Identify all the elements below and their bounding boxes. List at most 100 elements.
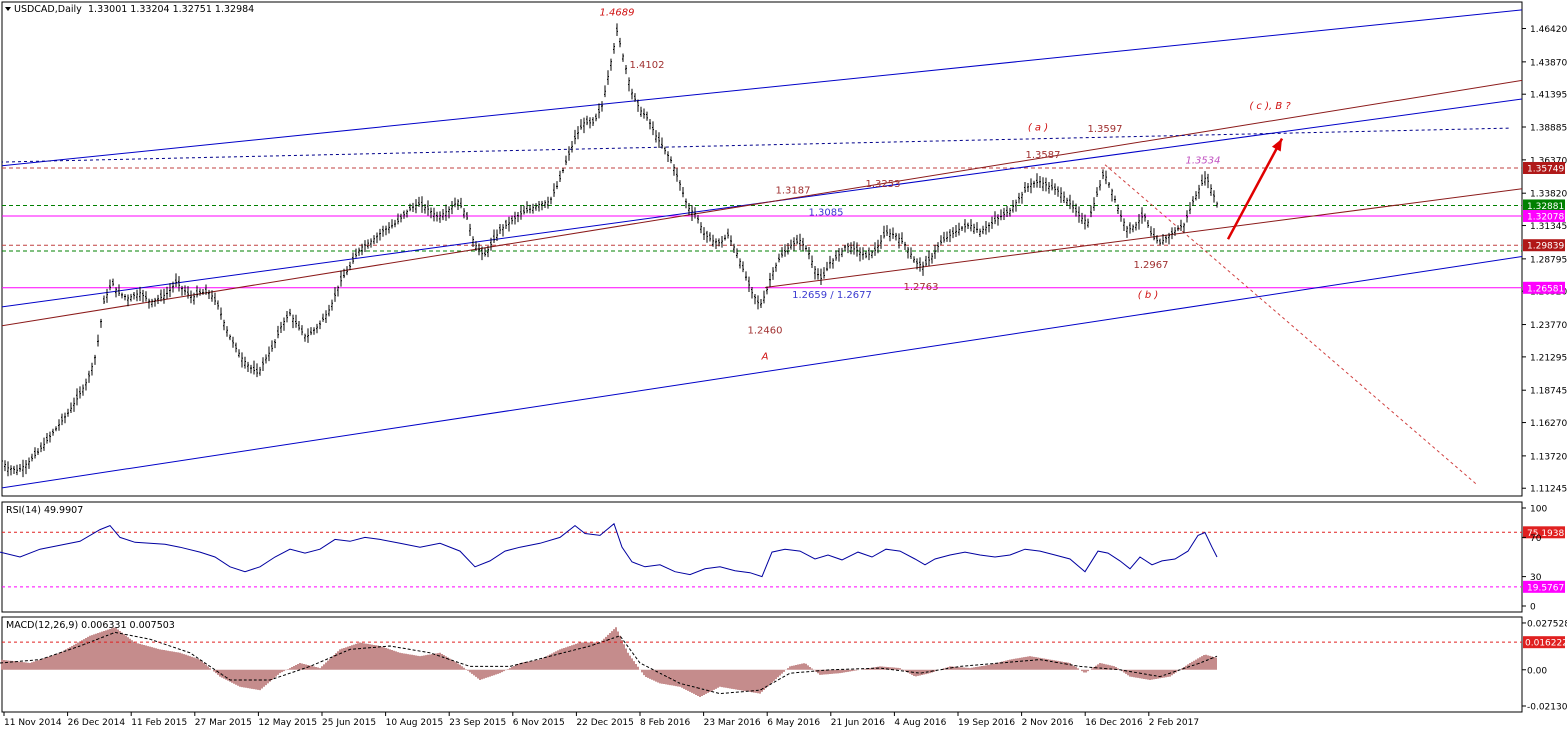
price-bar bbox=[430, 207, 432, 219]
price-tag: 1.35749 bbox=[1523, 161, 1565, 174]
trend-line bbox=[2, 127, 1511, 163]
price-bar bbox=[397, 213, 399, 225]
price-bar bbox=[793, 237, 795, 251]
price-bar bbox=[715, 238, 717, 249]
price-bar bbox=[196, 285, 198, 298]
price-bar bbox=[2, 456, 3, 464]
price-bar bbox=[22, 459, 24, 478]
price-bar bbox=[943, 231, 945, 243]
price-bar bbox=[388, 222, 390, 234]
rsi-line bbox=[0, 522, 1218, 578]
price-annotation: 1.2460 bbox=[748, 325, 783, 336]
price-bar bbox=[829, 255, 831, 269]
price-bar bbox=[922, 261, 924, 276]
price-bar bbox=[199, 288, 201, 296]
date-tick-label: 27 Mar 2015 bbox=[195, 718, 252, 728]
dropdown-triangle-icon[interactable] bbox=[5, 7, 11, 11]
trend-line bbox=[2, 79, 1522, 327]
price-bar bbox=[451, 201, 453, 215]
price-bar bbox=[595, 113, 597, 122]
price-bar bbox=[853, 241, 855, 255]
price-bar bbox=[958, 222, 960, 236]
price-bar bbox=[1108, 181, 1110, 188]
price-bar bbox=[703, 227, 705, 241]
price-annotation: 1.3253 bbox=[866, 179, 901, 190]
price-bar bbox=[1090, 205, 1092, 218]
price-bar bbox=[1054, 183, 1056, 195]
price-bar bbox=[649, 119, 651, 130]
price-bar bbox=[1027, 183, 1029, 193]
price-bar bbox=[640, 106, 642, 117]
price-bar bbox=[355, 248, 357, 258]
price-bar bbox=[67, 408, 69, 417]
price-annotation: 1.3534 bbox=[1186, 155, 1221, 166]
price-bar bbox=[13, 465, 15, 475]
price-bar bbox=[526, 201, 528, 214]
price-tick-label: 1.11245 bbox=[1530, 485, 1567, 495]
price-annotation: ( c ), B ? bbox=[1249, 101, 1291, 112]
price-bar bbox=[37, 448, 39, 455]
price-bar bbox=[631, 88, 633, 100]
price-bar bbox=[901, 232, 903, 244]
price-bar bbox=[352, 252, 354, 264]
price-bar bbox=[895, 232, 897, 241]
price-bar bbox=[334, 287, 336, 302]
price-annotation: 1.2967 bbox=[1134, 260, 1169, 271]
price-bar bbox=[994, 211, 996, 225]
price-bar bbox=[31, 453, 33, 462]
price-bar bbox=[121, 292, 123, 299]
date-tick-label: 12 May 2015 bbox=[258, 718, 317, 728]
price-bar bbox=[1114, 195, 1116, 203]
price-bar bbox=[655, 130, 657, 143]
chart-canvas[interactable]: 1.4689 1.4102 1.3187 1.3085 1.3253 ( a ) 1.359… bbox=[0, 0, 1567, 733]
price-bar bbox=[394, 219, 396, 228]
price-bar bbox=[304, 333, 306, 342]
price-bar bbox=[1051, 179, 1053, 191]
price-bar bbox=[739, 258, 741, 269]
price-bar bbox=[856, 242, 858, 257]
price-bar bbox=[295, 314, 297, 328]
price-bar bbox=[502, 224, 504, 237]
price-bar bbox=[976, 222, 978, 233]
price-bar bbox=[28, 457, 30, 469]
price-bar bbox=[712, 234, 714, 247]
price-bar bbox=[1063, 191, 1065, 204]
price-annotation: 1.2659 / 1.2677 bbox=[792, 290, 872, 301]
price-bar bbox=[1012, 199, 1014, 213]
price-bar bbox=[271, 340, 273, 352]
price-bar bbox=[1084, 214, 1086, 230]
macd-tick-label: 0.00 bbox=[1527, 666, 1547, 676]
price-tick-label: 1.33820 bbox=[1530, 190, 1567, 200]
price-bar bbox=[724, 234, 726, 241]
price-bar bbox=[928, 250, 930, 267]
price-bar bbox=[760, 298, 762, 308]
price-bar bbox=[1204, 171, 1206, 186]
price-bar bbox=[64, 412, 66, 424]
price-bar bbox=[40, 442, 42, 453]
price-tag: 1.26581 bbox=[1523, 281, 1565, 294]
price-bar bbox=[139, 286, 141, 301]
price-bar bbox=[874, 242, 876, 256]
price-bar bbox=[1216, 201, 1218, 208]
ohlc-values: 1.33001 1.33204 1.32751 1.32984 bbox=[88, 4, 254, 15]
price-bar bbox=[1165, 234, 1167, 243]
price-bar bbox=[301, 325, 303, 336]
price-bar bbox=[727, 228, 729, 239]
price-bar bbox=[1129, 222, 1131, 234]
price-bar bbox=[832, 258, 834, 269]
price-bar bbox=[325, 310, 327, 324]
date-tick-label: 11 Feb 2015 bbox=[131, 718, 187, 728]
price-bar bbox=[1072, 200, 1074, 213]
price-bar bbox=[1195, 191, 1197, 201]
price-bar bbox=[415, 199, 417, 214]
price-annotation: A bbox=[761, 351, 769, 362]
price-bar bbox=[499, 223, 501, 235]
price-bar bbox=[226, 326, 228, 337]
price-bar bbox=[493, 229, 495, 244]
price-bar bbox=[619, 37, 621, 48]
price-bar bbox=[1126, 225, 1128, 238]
price-bar bbox=[886, 225, 888, 237]
chart-window: 1.4689 1.4102 1.3187 1.3085 1.3253 ( a ) 1.359… bbox=[0, 0, 1567, 733]
price-bar bbox=[820, 268, 822, 286]
price-bar bbox=[970, 219, 972, 232]
